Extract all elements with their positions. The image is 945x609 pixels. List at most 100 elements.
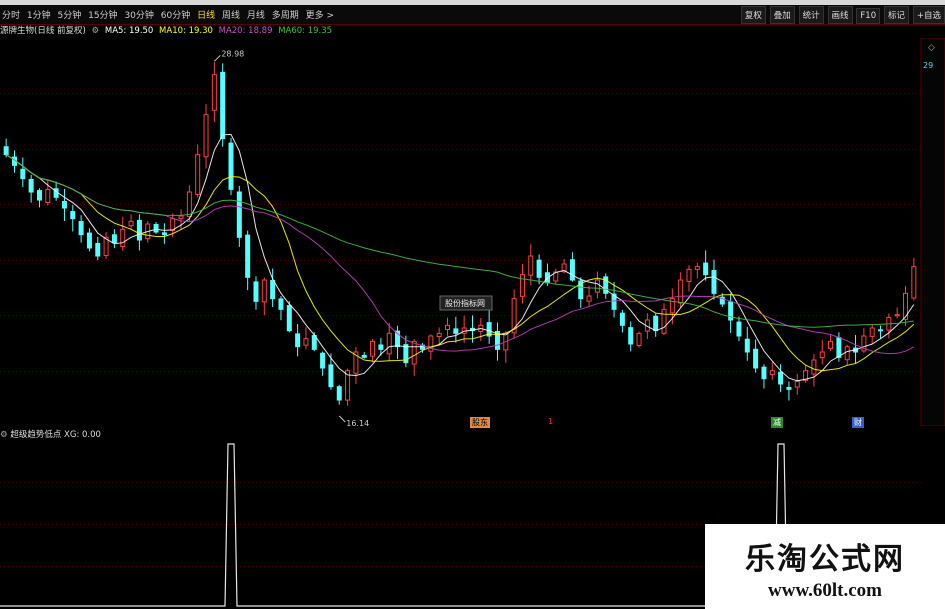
period-tab-daily[interactable]: 日线 [197, 11, 215, 21]
candle-body [569, 259, 575, 281]
high-price-label: 28.98 [221, 49, 244, 58]
event-tag-shareholder[interactable]: 股东 [470, 417, 490, 428]
candle-body [703, 262, 709, 276]
candle-body [786, 387, 792, 390]
f10-button[interactable]: F10 [856, 8, 881, 24]
event-tag-one[interactable]: 1 [546, 417, 555, 426]
candle-body [636, 332, 642, 347]
candle-body [378, 344, 384, 350]
ma5-label: MA5: 19.50 [104, 26, 154, 36]
candle-body [436, 332, 442, 338]
period-tab-more[interactable]: 更多 > [306, 11, 334, 21]
period-tab[interactable]: 分时 [2, 11, 20, 21]
overlay-button[interactable]: 叠加 [769, 6, 795, 24]
candle-body [519, 274, 525, 297]
candle-body [28, 178, 34, 193]
candle-body [694, 266, 700, 270]
ma10-label: MA10: 19.30 [159, 26, 213, 36]
candle-body [95, 242, 101, 257]
candle-body [70, 211, 76, 220]
candle-body [653, 315, 659, 332]
indicator-name[interactable]: 超级趋势低点 [10, 430, 61, 440]
candle-body [453, 328, 459, 334]
period-tab[interactable]: 5分钟 [58, 11, 82, 21]
period-tab[interactable]: 月线 [247, 11, 265, 21]
price-axis [920, 38, 945, 426]
chart-toolbar: 分时 1分钟 5分钟 15分钟 30分钟 60分钟 日线 周线 月线 多周期 更… [0, 5, 945, 25]
candle-body [386, 332, 392, 355]
toolbar-buttons: 复权 叠加 统计 画线 F10 标记 +自选 [740, 6, 945, 24]
period-tab[interactable]: 15分钟 [88, 11, 117, 21]
candle-body [186, 191, 192, 217]
add-watchlist-button[interactable]: +自选 [912, 6, 945, 24]
candle-body [911, 266, 917, 299]
watermark-title: 乐淘公式网 [745, 542, 905, 577]
candle-body [86, 232, 92, 249]
event-tag-reduce[interactable]: 减 [771, 417, 783, 428]
candle-body [411, 340, 417, 365]
candle-body [253, 281, 259, 302]
adjust-button[interactable]: 复权 [740, 6, 766, 24]
candlestick-chart[interactable]: 28.98 16.14 股份指标网 29 ◇ [0, 38, 945, 426]
candle-body [869, 327, 875, 337]
candle-body [245, 234, 251, 278]
stock-name[interactable]: 源牌生物(日线 前复权) [0, 26, 86, 36]
period-tab[interactable]: 30分钟 [124, 11, 153, 21]
candle-body [536, 259, 542, 278]
candle-body [361, 354, 367, 358]
candle-body [270, 279, 276, 300]
candle-body [320, 352, 326, 369]
price-axis-top-label: 29 [923, 61, 933, 70]
candle-body [3, 146, 9, 156]
candle-body [619, 312, 625, 326]
mark-button[interactable]: 标记 [883, 6, 909, 24]
candle-body [769, 370, 775, 375]
period-tab[interactable]: 60分钟 [161, 11, 190, 21]
candle-body [161, 232, 167, 236]
candle-body [628, 327, 634, 345]
candle-body [744, 338, 750, 353]
candle-body [370, 340, 376, 357]
axis-menu-icon[interactable]: ◇ [928, 43, 935, 53]
candle-body [686, 268, 692, 282]
candle-body [36, 190, 42, 201]
period-tab[interactable]: 多周期 [272, 11, 299, 21]
settings-icon[interactable]: ⚙ [92, 26, 100, 36]
candle-body [78, 221, 84, 236]
ma60-label: MA60: 19.35 [278, 26, 333, 36]
indicator-settings-icon[interactable]: ⚙ [0, 430, 10, 440]
candle-body [711, 270, 717, 294]
period-tab[interactable]: 1分钟 [27, 11, 51, 21]
candle-body [878, 329, 884, 332]
candle-body [761, 366, 767, 380]
candle-body [678, 279, 684, 304]
candle-body [336, 386, 342, 401]
watermark-panel: 乐淘公式网 www.60lt.com [705, 524, 945, 609]
candle-body [811, 359, 817, 375]
candle-body [794, 380, 800, 388]
candle-body [295, 333, 301, 348]
stats-button[interactable]: 统计 [798, 6, 824, 24]
candle-body [178, 215, 184, 220]
candle-body [211, 74, 217, 111]
candle-body [736, 321, 742, 337]
watermark-url: www.60lt.com [768, 580, 882, 601]
candle-body [136, 219, 142, 241]
event-tag-finance[interactable]: 财 [852, 417, 864, 428]
candle-body [220, 71, 226, 140]
candle-body [778, 371, 784, 385]
tooltip-text: 股份指标网 [445, 298, 485, 308]
period-tab[interactable]: 周线 [222, 11, 240, 21]
candle-body [303, 338, 309, 346]
candle-body [828, 340, 834, 350]
ma20-label: MA20: 18.89 [218, 26, 273, 36]
candle-body [45, 188, 51, 203]
candle-body [844, 346, 850, 361]
candle-body [20, 168, 26, 180]
candle-body [228, 142, 234, 190]
draw-line-button[interactable]: 画线 [827, 6, 853, 24]
candle-body [528, 255, 534, 276]
indicator-header: ⚙ 超级趋势低点 XG: 0.00 [0, 428, 101, 440]
low-price-label: 16.14 [346, 419, 369, 426]
candle-body [261, 279, 267, 303]
